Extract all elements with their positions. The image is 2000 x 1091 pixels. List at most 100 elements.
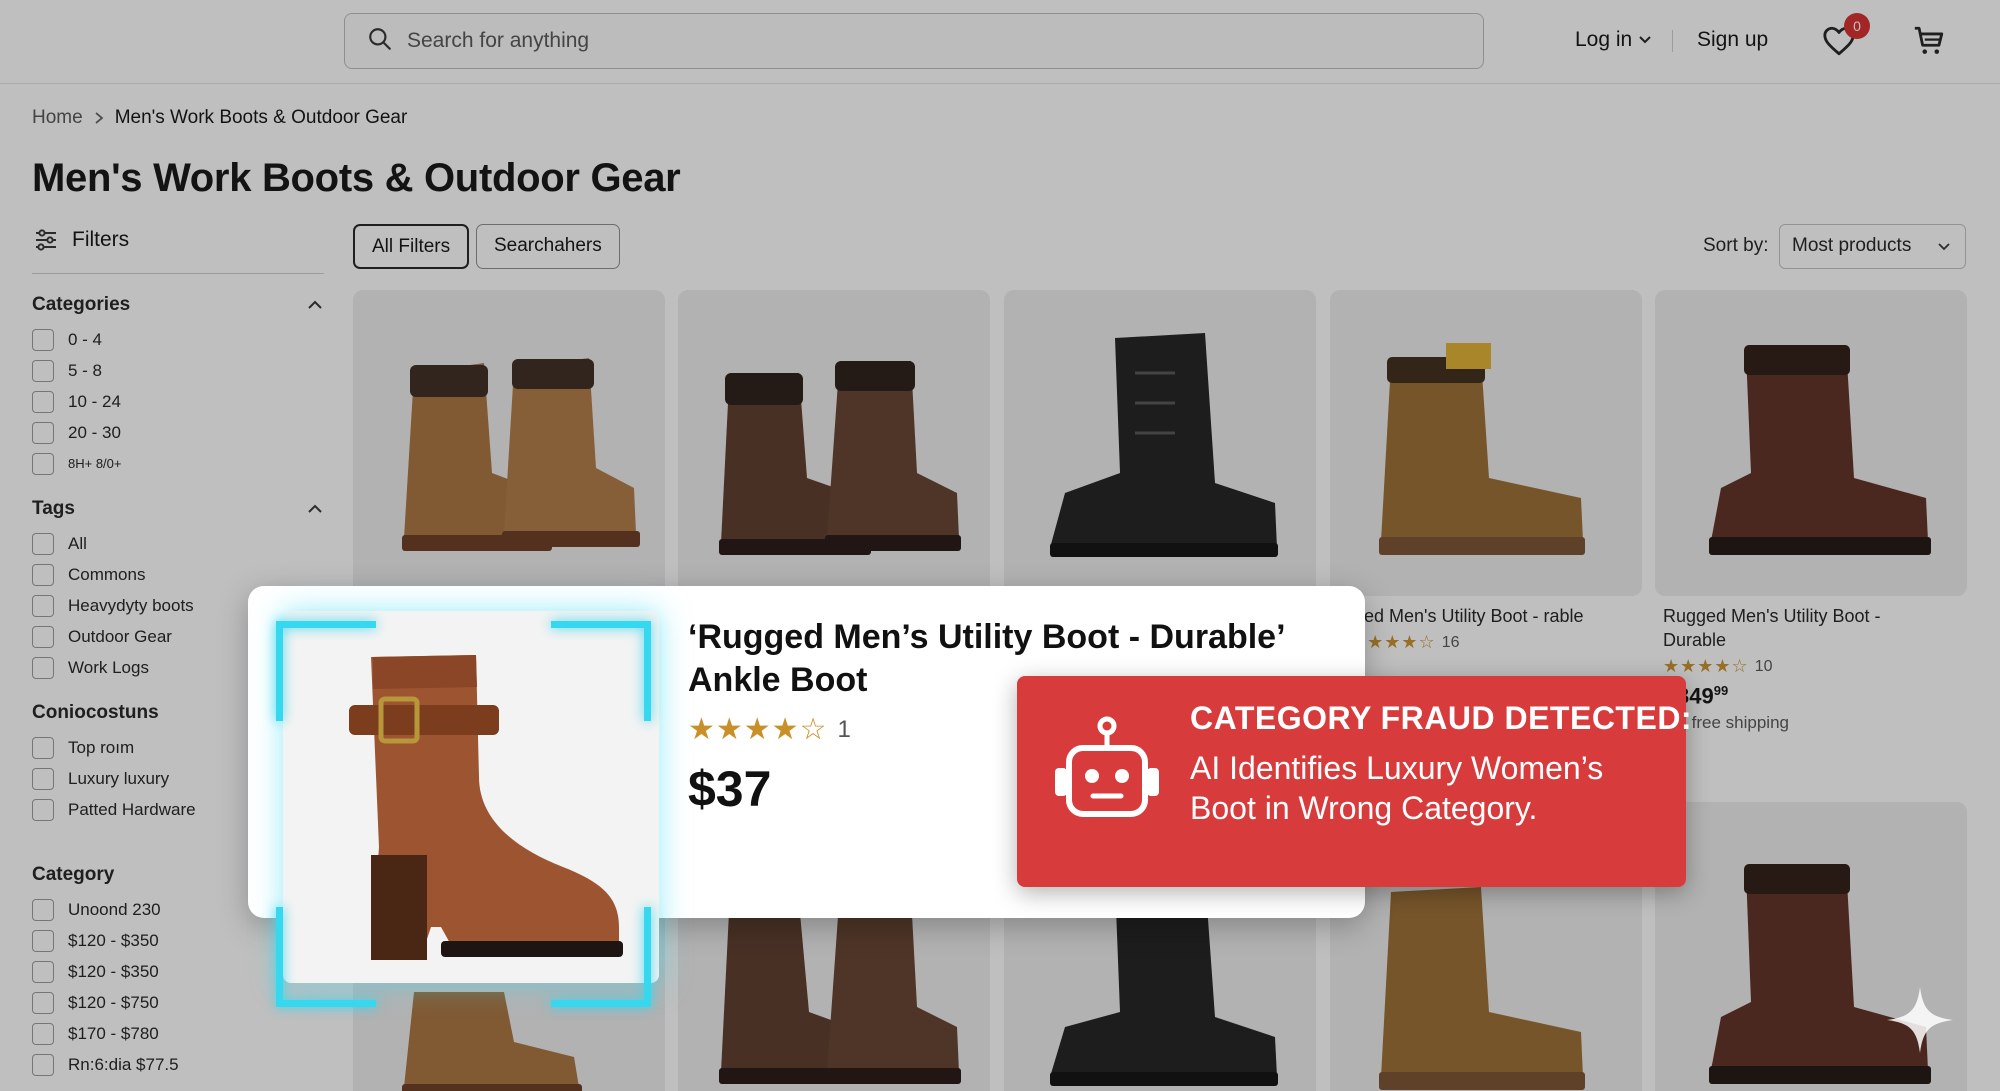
filter-option-label: $120 - $750: [68, 992, 159, 1012]
product-image[interactable]: [1004, 290, 1316, 596]
checkbox[interactable]: [32, 532, 54, 555]
product-image[interactable]: [1655, 290, 1967, 596]
product-price: 34999: [1677, 683, 1967, 709]
checkbox[interactable]: [32, 1022, 54, 1045]
chevron-down-icon: [1639, 36, 1651, 44]
review-count: 1: [837, 715, 851, 743]
filter-group-label: Coniocostuns: [32, 702, 159, 723]
filters-divider: [32, 273, 324, 274]
product-title[interactable]: ged Men's Utility Boot - rable: [1354, 604, 1614, 628]
highlighted-product-rating: ★★★★☆ 1: [688, 712, 851, 747]
filter-option[interactable]: 20 - 30: [32, 417, 324, 448]
chevron-right-icon: [95, 112, 104, 124]
checkbox[interactable]: [32, 594, 54, 617]
filter-option-label: Outdoor Gear: [68, 626, 172, 646]
checkbox[interactable]: [32, 1053, 54, 1076]
fraud-alert-message: AI Identifies Luxury Women’s Boot in Wro…: [1190, 750, 1604, 826]
robot-icon: [1055, 716, 1159, 817]
search-bar[interactable]: Search for anything: [344, 13, 1484, 69]
sort-label: Sort by:: [1703, 235, 1769, 256]
checkbox[interactable]: [32, 390, 54, 413]
filter-group-title[interactable]: Categories: [32, 292, 324, 318]
filter-option[interactable]: 8H+ 8/0+: [32, 448, 324, 479]
product-card[interactable]: [1004, 290, 1316, 596]
checkbox[interactable]: [32, 625, 54, 648]
checkbox[interactable]: [32, 563, 54, 586]
filters-toggle[interactable]: Filters: [34, 228, 129, 252]
checkbox[interactable]: [32, 929, 54, 952]
login-label: Log in: [1575, 28, 1633, 51]
product-image[interactable]: [678, 290, 990, 596]
product-card[interactable]: [678, 290, 990, 596]
filter-option-label: 5 - 8: [68, 360, 103, 380]
filter-option-label: 0 - 4: [68, 329, 103, 349]
product-rating: ★★★★☆ 10: [1663, 656, 1967, 677]
chevron-up-icon[interactable]: [306, 296, 324, 314]
filter-option-label: Top roım: [68, 737, 135, 757]
cart-icon[interactable]: [1912, 24, 1946, 58]
checkbox[interactable]: [32, 767, 54, 790]
checkbox[interactable]: [32, 898, 54, 921]
boot-image: [1379, 887, 1585, 1090]
product-image[interactable]: [1330, 290, 1642, 596]
filter-option-label: 8H+ 8/0+: [68, 456, 122, 471]
star-rating: ★★★★☆: [688, 713, 828, 746]
filter-option-label: Heavydyty boots: [68, 595, 194, 615]
checkbox[interactable]: [32, 359, 54, 382]
breadcrumb-home-link[interactable]: Home: [32, 107, 83, 129]
checkbox[interactable]: [32, 656, 54, 679]
filter-option-label: Commons: [68, 564, 146, 584]
highlighted-product-price: $37: [688, 761, 772, 817]
checkbox[interactable]: [32, 960, 54, 983]
product-card[interactable]: ged Men's Utility Boot - rable ★★★★☆ 16: [1330, 290, 1642, 653]
signup-button[interactable]: Sign up: [1697, 28, 1768, 52]
filter-option-label: Rn:6:dia $77.5: [68, 1054, 179, 1074]
star-rating: ★★★★☆: [1663, 656, 1749, 676]
filter-option-label: Luxury luxury: [68, 768, 170, 788]
filter-option[interactable]: All: [32, 528, 324, 559]
sort-dropdown[interactable]: Most products: [1779, 224, 1966, 269]
scan-bracket-bottom-left: [276, 907, 376, 1007]
filter-group-label: Tags: [32, 498, 75, 519]
review-count: 16: [1441, 633, 1460, 651]
fraud-alert-heading: CATEGORY FRAUD DETECTED:: [1190, 700, 1693, 736]
product-image[interactable]: [353, 290, 665, 596]
chevron-down-icon: [1938, 243, 1950, 251]
checkbox[interactable]: [32, 452, 54, 475]
scan-bracket-top-right: [551, 621, 651, 721]
chevron-up-icon[interactable]: [306, 500, 324, 518]
filter-option[interactable]: $170 - $780: [32, 1018, 324, 1049]
page-title: Men's Work Boots & Outdoor Gear: [32, 156, 681, 200]
product-card[interactable]: [353, 290, 665, 596]
filter-option[interactable]: 0 - 4: [32, 324, 324, 355]
filter-option[interactable]: Rn:6:dia $77.5: [32, 1049, 324, 1080]
filter-group-categories: Categories 0 - 4 5 - 8 10 - 24 20 - 30 8…: [32, 292, 324, 479]
filter-option[interactable]: 10 - 24: [32, 386, 324, 417]
checkbox[interactable]: [32, 991, 54, 1014]
scan-bracket-bottom-right: [551, 907, 651, 1007]
product-title[interactable]: Rugged Men's Utility Boot - Durable: [1663, 604, 1923, 652]
review-count: 10: [1754, 657, 1773, 675]
boot-image: [719, 361, 961, 555]
boot-image: [1379, 343, 1585, 555]
search-input[interactable]: Search for anything: [407, 29, 589, 53]
checkbox[interactable]: [32, 328, 54, 351]
checkbox[interactable]: [32, 798, 54, 821]
login-button[interactable]: Log in: [1575, 28, 1652, 52]
product-card[interactable]: Rugged Men's Utility Boot - Durable ★★★★…: [1655, 290, 1967, 733]
product-rating: ★★★★☆ 16: [1350, 632, 1642, 653]
filter-option-label: Patted Hardware: [68, 799, 196, 819]
breadcrumb: Home Men's Work Boots & Outdoor Gear: [32, 107, 407, 129]
breadcrumb-current: Men's Work Boots & Outdoor Gear: [114, 107, 408, 128]
searchers-chip[interactable]: Searchahers: [476, 224, 620, 269]
all-filters-chip[interactable]: All Filters: [353, 224, 470, 269]
boot-image: [1050, 333, 1278, 557]
checkbox[interactable]: [32, 736, 54, 759]
checkbox[interactable]: [32, 421, 54, 444]
price-cents: 99: [1713, 683, 1729, 698]
filter-option-label: 20 - 30: [68, 422, 121, 442]
filters-label: Filters: [72, 228, 130, 251]
filter-group-title[interactable]: Tags: [32, 496, 324, 522]
filter-option[interactable]: 5 - 8: [32, 355, 324, 386]
boot-image: [402, 358, 640, 551]
